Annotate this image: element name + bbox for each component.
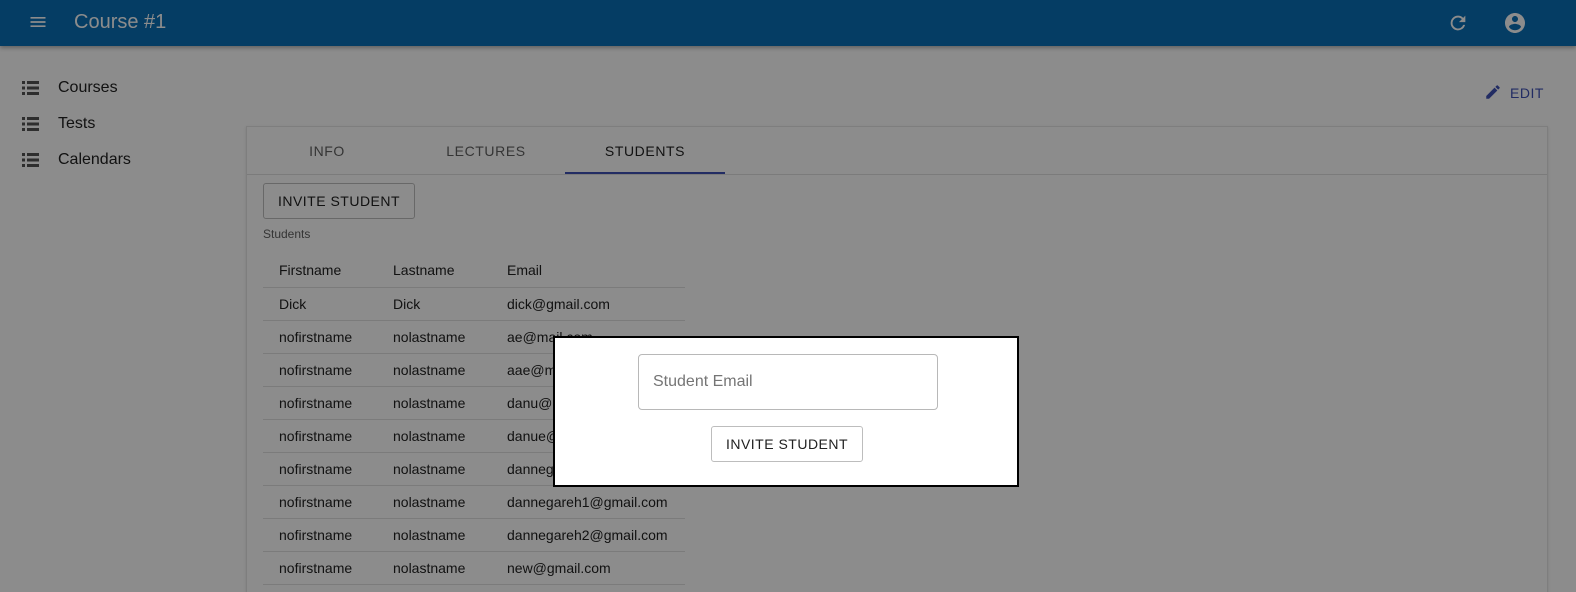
invite-student-submit-button[interactable]: INVITE STUDENT: [711, 426, 863, 462]
modal-backdrop[interactable]: [0, 0, 1576, 592]
page: Course #1 Courses Tests Calendars EDIT I…: [0, 0, 1576, 592]
invite-student-dialog: INVITE STUDENT: [553, 336, 1019, 487]
student-email-input[interactable]: [638, 354, 938, 410]
